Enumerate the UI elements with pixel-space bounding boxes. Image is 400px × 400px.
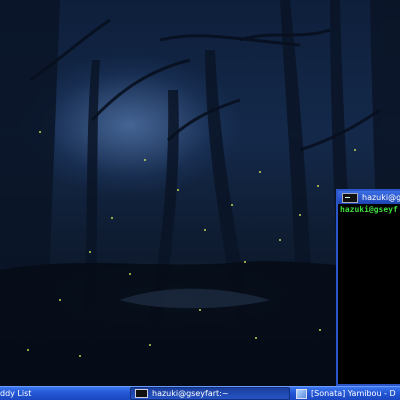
terminal-icon — [342, 192, 358, 203]
desktop-wallpaper: hazuki@gs hazuki@gseyf — [0, 0, 400, 386]
taskbar-item-music-player[interactable]: [Sonata] Yamibou - D — [294, 387, 400, 400]
taskbar-item-terminal[interactable]: hazuki@gseyfart:~ — [130, 387, 290, 400]
taskbar-item-label: ddy List — [0, 389, 32, 398]
taskbar: ddy List hazuki@gseyfart:~ [Sonata] Yami… — [0, 386, 400, 400]
terminal-title: hazuki@gs — [362, 193, 400, 202]
terminal-prompt: hazuki@gseyf — [340, 205, 398, 214]
terminal-body[interactable]: hazuki@gseyf — [338, 204, 400, 215]
music-player-icon — [296, 388, 307, 399]
terminal-icon — [135, 389, 148, 398]
terminal-titlebar[interactable]: hazuki@gs — [338, 191, 400, 204]
taskbar-item-label: [Sonata] Yamibou - D — [311, 389, 396, 398]
taskbar-item-label: hazuki@gseyfart:~ — [152, 389, 229, 398]
taskbar-item-buddy-list[interactable]: ddy List — [0, 387, 122, 400]
terminal-window[interactable]: hazuki@gs hazuki@gseyf — [336, 189, 400, 386]
